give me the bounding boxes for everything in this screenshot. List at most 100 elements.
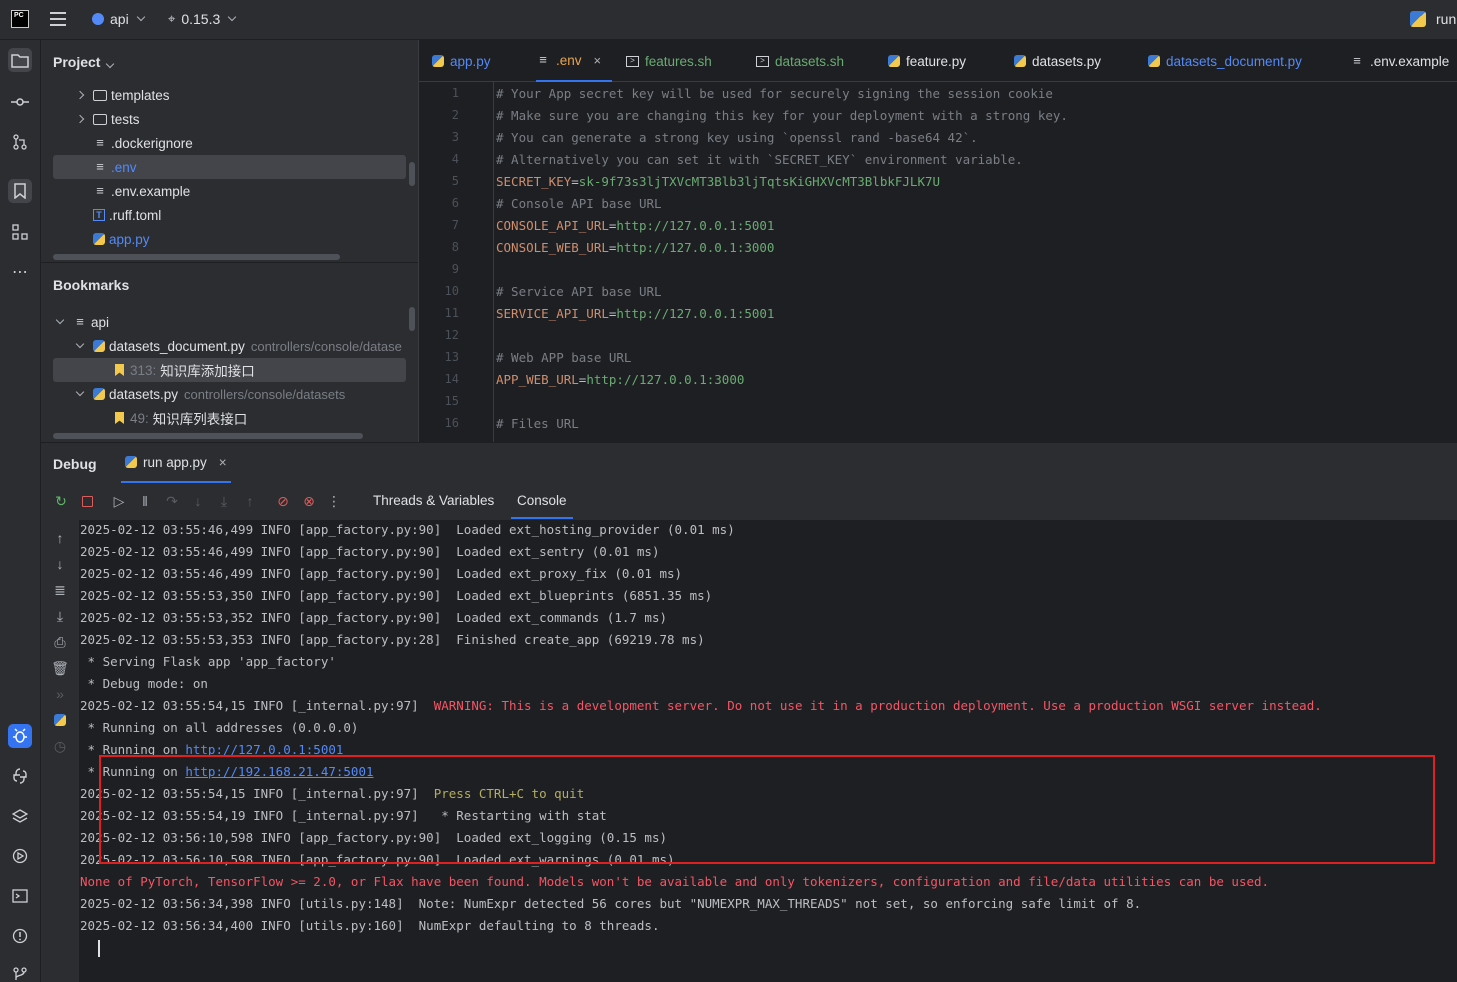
scroll-to-end-icon[interactable]: ⤓ bbox=[52, 608, 68, 624]
tab-app-py[interactable]: app.py bbox=[432, 40, 491, 82]
more-tools-icon[interactable]: ⋯ bbox=[8, 260, 32, 284]
tab-feature-py[interactable]: feature.py bbox=[888, 40, 966, 82]
services-icon[interactable] bbox=[8, 844, 32, 868]
console-line: * Debug mode: on bbox=[80, 676, 208, 691]
text-file-icon: ≡ bbox=[1353, 53, 1361, 68]
highlight-box bbox=[99, 755, 1435, 864]
soft-wrap-icon[interactable]: ≣ bbox=[52, 582, 68, 598]
tree-item-tests[interactable]: tests bbox=[75, 107, 140, 131]
equals-sign: = bbox=[571, 174, 579, 189]
pause-icon[interactable]: ‖ bbox=[137, 493, 153, 509]
step-into-icon[interactable]: ↓ bbox=[190, 493, 206, 509]
print-icon[interactable]: ⎙ bbox=[52, 634, 68, 650]
git-icon[interactable] bbox=[8, 962, 32, 982]
tab-label: feature.py bbox=[906, 53, 967, 69]
arrow-up-icon[interactable]: ↑ bbox=[52, 530, 68, 546]
layers-icon[interactable] bbox=[8, 804, 32, 828]
rerun-icon[interactable]: ↻ bbox=[53, 493, 69, 509]
tab-run-app-py[interactable]: run app.py × bbox=[121, 443, 231, 483]
close-icon[interactable]: × bbox=[219, 455, 227, 470]
title-bar: PC api ⌖ 0.15.3 run bbox=[0, 0, 1457, 40]
debug-panel-title: Debug bbox=[53, 456, 97, 472]
code-line: # Files URL bbox=[496, 416, 579, 431]
tab-env-example[interactable]: ≡ .env.example bbox=[1350, 40, 1449, 82]
session-tab-label: run app.py bbox=[143, 454, 207, 470]
env-value: http://127.0.0.1:3000 bbox=[616, 240, 775, 255]
close-icon[interactable]: × bbox=[594, 53, 602, 68]
shell-file-icon: > bbox=[756, 55, 769, 67]
commit-icon[interactable] bbox=[8, 90, 32, 114]
debug-panel: Debug run app.py × ↻ ▷ ‖ ↷ ↓ ⤓ ↑ ⊘ ⊗ ⋮ T… bbox=[41, 442, 1457, 982]
tree-item-app-py[interactable]: app.py bbox=[93, 227, 150, 251]
stop-icon[interactable] bbox=[79, 493, 95, 509]
tab-console[interactable]: Console bbox=[511, 493, 573, 519]
bookmark-file-datasets-document[interactable]: datasets_document.py controllers/console… bbox=[75, 334, 402, 358]
horizontal-scrollbar[interactable] bbox=[53, 254, 340, 260]
bookmarks-icon[interactable] bbox=[8, 179, 32, 203]
env-value: http://127.0.0.1:3000 bbox=[586, 372, 745, 387]
python-debug-console-icon[interactable] bbox=[52, 712, 68, 728]
vertical-scrollbar[interactable] bbox=[409, 162, 415, 186]
console-line: 2025-02-12 03:55:53,353 INFO [app_factor… bbox=[80, 632, 705, 647]
console-prefix: 2025-02-12 03:55:54,15 INFO [_internal.p… bbox=[80, 698, 434, 713]
bookmark-item-49[interactable]: 49: 知识库列表接口 bbox=[115, 406, 247, 430]
console-error-text: None of PyTorch, TensorFlow >= 2.0, or F… bbox=[80, 874, 1270, 889]
problems-icon[interactable] bbox=[8, 924, 32, 948]
step-into-my-code-icon[interactable]: ⤓ bbox=[216, 493, 232, 509]
vertical-scrollbar[interactable] bbox=[409, 307, 415, 331]
console-line: 2025-02-12 03:55:54,15 INFO [_internal.p… bbox=[80, 698, 1322, 713]
branch-selector[interactable]: ⌖ 0.15.3 bbox=[168, 11, 237, 27]
resume-icon[interactable]: ▷ bbox=[111, 493, 127, 509]
more-options-icon[interactable]: ⋮ bbox=[326, 493, 342, 509]
tab-datasets-document-py[interactable]: datasets_document.py bbox=[1148, 40, 1302, 82]
tab-env[interactable]: ≡ .env × bbox=[536, 40, 612, 82]
tab-datasets-py[interactable]: datasets.py bbox=[1014, 40, 1101, 82]
console-output[interactable]: 2025-02-12 03:55:46,499 INFO [app_factor… bbox=[79, 520, 1457, 982]
python-console-icon[interactable] bbox=[8, 764, 32, 788]
editor-tabs: app.py ≡ .env × > features.sh > datasets… bbox=[419, 40, 1457, 82]
line-number: 8 bbox=[451, 240, 459, 254]
structure-icon[interactable] bbox=[8, 220, 32, 244]
line-number: 3 bbox=[451, 130, 459, 144]
project-selector[interactable]: api bbox=[92, 11, 145, 27]
bookmark-file-datasets[interactable]: datasets.py controllers/console/datasets bbox=[75, 382, 345, 406]
view-breakpoints-icon[interactable]: ⊘ bbox=[275, 493, 291, 509]
project-panel-title[interactable]: Project bbox=[53, 54, 115, 70]
text-file-icon: ≡ bbox=[96, 135, 104, 150]
horizontal-scrollbar[interactable] bbox=[53, 433, 363, 439]
tree-item-env[interactable]: ≡ .env bbox=[53, 155, 406, 179]
clock-icon[interactable]: ◷ bbox=[52, 738, 68, 754]
tree-item-templates[interactable]: templates bbox=[75, 83, 170, 107]
tab-label: datasets.sh bbox=[775, 53, 845, 69]
folder-icon[interactable] bbox=[8, 48, 32, 72]
code-line: SERVICE_API_URL=http://127.0.0.1:5001 bbox=[496, 306, 774, 321]
chevron-double-right-icon[interactable]: » bbox=[52, 686, 68, 702]
bookmark-root-label: api bbox=[91, 314, 110, 330]
trash-icon[interactable]: 🗑 bbox=[51, 660, 69, 676]
tab-features-sh[interactable]: > features.sh bbox=[626, 40, 712, 82]
debug-icon[interactable] bbox=[8, 724, 32, 748]
tree-item-env-example[interactable]: ≡ .env.example bbox=[93, 179, 190, 203]
bookmark-item-313[interactable]: 313: 知识库添加接口 bbox=[53, 358, 406, 382]
bookmark-root-api[interactable]: ≡ api bbox=[55, 310, 110, 334]
line-number: 2 bbox=[451, 108, 459, 122]
main-menu-icon[interactable] bbox=[50, 12, 66, 26]
step-over-icon[interactable]: ↷ bbox=[164, 493, 180, 509]
bookmark-line-number: 313: bbox=[130, 362, 157, 378]
code-line: # Make sure you are changing this key fo… bbox=[496, 108, 1068, 123]
tab-threads-variables[interactable]: Threads & Variables bbox=[373, 493, 494, 508]
tab-label: .env bbox=[556, 52, 582, 68]
tree-item-ruff-toml[interactable]: T .ruff.toml bbox=[93, 203, 161, 227]
env-key: CONSOLE_API_URL bbox=[496, 218, 609, 233]
run-configuration[interactable]: run bbox=[1410, 11, 1456, 27]
code-line: # Service API base URL bbox=[496, 284, 662, 299]
tree-item-dockerignore[interactable]: ≡ .dockerignore bbox=[93, 131, 193, 155]
terminal-icon[interactable] bbox=[8, 884, 32, 908]
arrow-down-icon[interactable]: ↓ bbox=[52, 556, 68, 572]
mute-breakpoints-icon[interactable]: ⊗ bbox=[301, 493, 317, 509]
line-number: 4 bbox=[451, 152, 459, 166]
pull-requests-icon[interactable] bbox=[8, 130, 32, 154]
step-out-icon[interactable]: ↑ bbox=[242, 493, 258, 509]
tab-datasets-sh[interactable]: > datasets.sh bbox=[756, 40, 844, 82]
console-line: 2025-02-12 03:55:46,499 INFO [app_factor… bbox=[80, 544, 660, 559]
